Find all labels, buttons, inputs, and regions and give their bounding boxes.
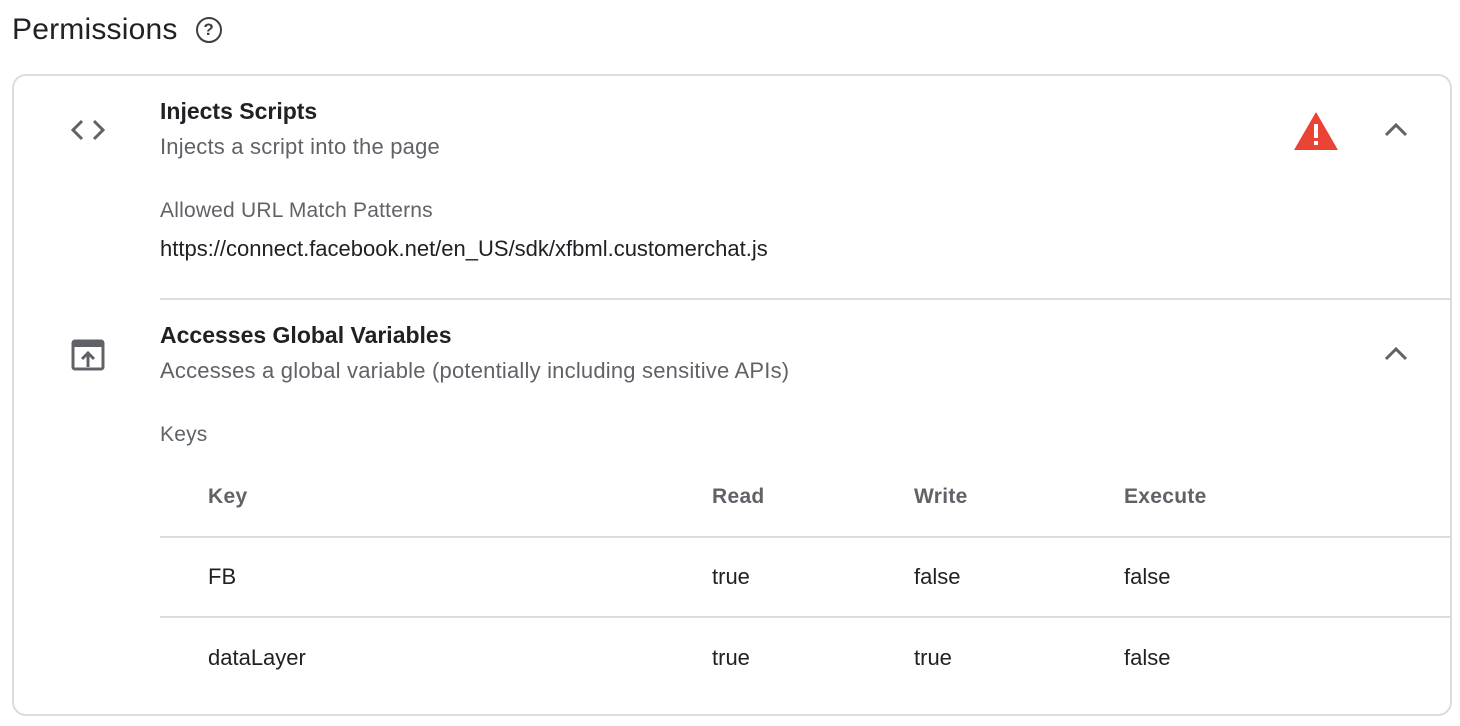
permissions-page: Permissions ? Injects Scripts Injects a …: [0, 0, 1460, 726]
code-icon: [66, 108, 110, 152]
write-cell: false: [914, 564, 961, 589]
key-cell: FB: [208, 564, 237, 589]
help-circle-icon[interactable]: ?: [195, 17, 222, 43]
url-patterns-label: Allowed URL Match Patterns: [160, 199, 433, 222]
write-cell: true: [914, 645, 952, 670]
execute-cell: false: [1124, 564, 1171, 589]
permission-title: Injects Scripts: [160, 98, 318, 124]
warning-icon: [1294, 112, 1338, 150]
execute-cell: false: [1124, 645, 1171, 670]
table-row: dataLayer true true false: [160, 618, 1450, 698]
keys-table: Key Read Write Execute FB true false fal…: [160, 458, 1450, 698]
permission-description: Injects a script into the page: [160, 134, 440, 159]
key-cell: dataLayer: [208, 645, 306, 670]
permission-title: Accesses Global Variables: [160, 322, 452, 348]
collapse-chevron-up-icon[interactable]: [1376, 110, 1416, 150]
table-header-row: Key Read Write Execute: [160, 458, 1450, 538]
permission-description: Accesses a global variable (potentially …: [160, 358, 790, 383]
column-header-execute: Execute: [1124, 485, 1207, 508]
keys-label: Keys: [160, 423, 208, 446]
read-cell: true: [712, 564, 750, 589]
table-row: FB true false false: [160, 538, 1450, 618]
collapse-chevron-up-icon[interactable]: [1376, 334, 1416, 374]
column-header-write: Write: [914, 485, 968, 508]
section-divider: [160, 298, 1450, 300]
column-header-key: Key: [208, 485, 248, 508]
read-cell: true: [712, 645, 750, 670]
url-pattern-value: https://connect.facebook.net/en_US/sdk/x…: [160, 236, 768, 261]
permissions-header: Permissions ?: [12, 10, 222, 50]
page-title: Permissions: [12, 13, 178, 46]
open-in-browser-icon: [66, 333, 110, 377]
permissions-card: Injects Scripts Injects a script into th…: [12, 74, 1452, 716]
column-header-read: Read: [712, 485, 765, 508]
